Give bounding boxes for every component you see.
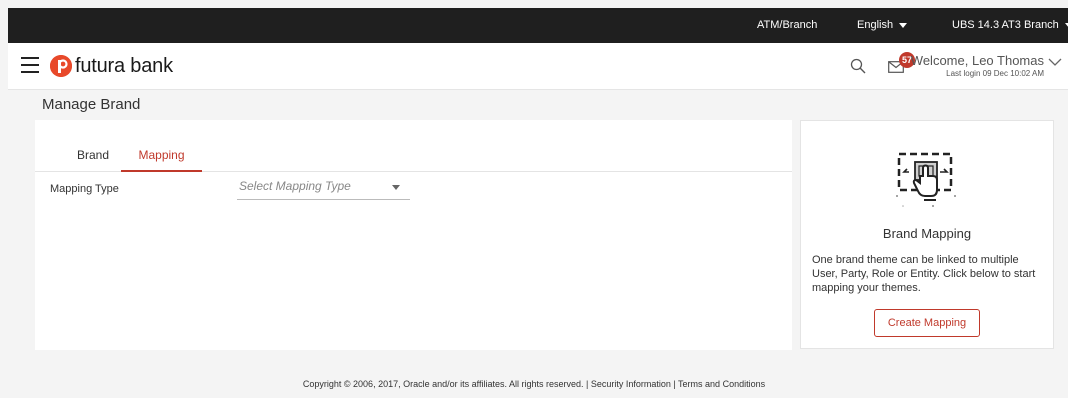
top-bar: ATM/Branch English UBS 14.3 AT3 Branch	[8, 8, 1068, 43]
dropdown-caret-icon	[392, 185, 400, 190]
welcome-text: Welcome, Leo Thomas	[910, 53, 1044, 68]
footer-text: Copyright © 2006, 2017, Oracle and/or it…	[302, 379, 766, 389]
caret-down-icon	[899, 22, 908, 28]
chevron-down-icon[interactable]	[1048, 57, 1062, 67]
mapping-type-placeholder: Select Mapping Type	[239, 179, 351, 193]
user-menu[interactable]: Welcome, Leo Thomas Last login 09 Dec 10…	[911, 53, 1044, 78]
logo-text: futura bank	[75, 54, 173, 77]
mapping-type-label: Mapping Type	[50, 183, 119, 195]
brand-mapping-illustration	[896, 152, 956, 207]
create-mapping-button[interactable]: Create Mapping	[874, 309, 980, 337]
tab-mapping[interactable]: Mapping	[121, 142, 202, 172]
mapping-type-select[interactable]: Select Mapping Type	[237, 176, 410, 200]
brand-mapping-panel: Brand Mapping One brand theme can be lin…	[800, 120, 1054, 349]
hamburger-menu-icon[interactable]	[21, 57, 39, 73]
brand-mapping-title: Brand Mapping	[882, 226, 972, 241]
tab-bar: Brand Mapping	[35, 142, 792, 172]
logo-mark-icon	[50, 55, 72, 77]
branch-selector[interactable]: UBS 14.3 AT3 Branch	[952, 8, 1068, 43]
brand-mapping-description: One brand theme can be linked to multipl…	[812, 254, 1036, 294]
branch-label: UBS 14.3 AT3 Branch	[952, 19, 1059, 31]
tab-brand[interactable]: Brand	[55, 142, 131, 172]
atm-branch-link[interactable]: ATM/Branch	[757, 8, 817, 43]
app-header: futura bank 57 Welcome, Leo Thomas Last …	[8, 43, 1068, 90]
main-card: Brand Mapping Mapping Type Select Mappin…	[35, 120, 792, 350]
bank-logo[interactable]: futura bank	[50, 54, 173, 78]
language-selector[interactable]: English	[857, 8, 908, 43]
page-title: Manage Brand	[42, 96, 141, 113]
search-icon[interactable]	[850, 58, 866, 74]
language-label: English	[857, 19, 894, 31]
last-login-text: Last login 09 Dec 10:02 AM	[946, 69, 1044, 78]
